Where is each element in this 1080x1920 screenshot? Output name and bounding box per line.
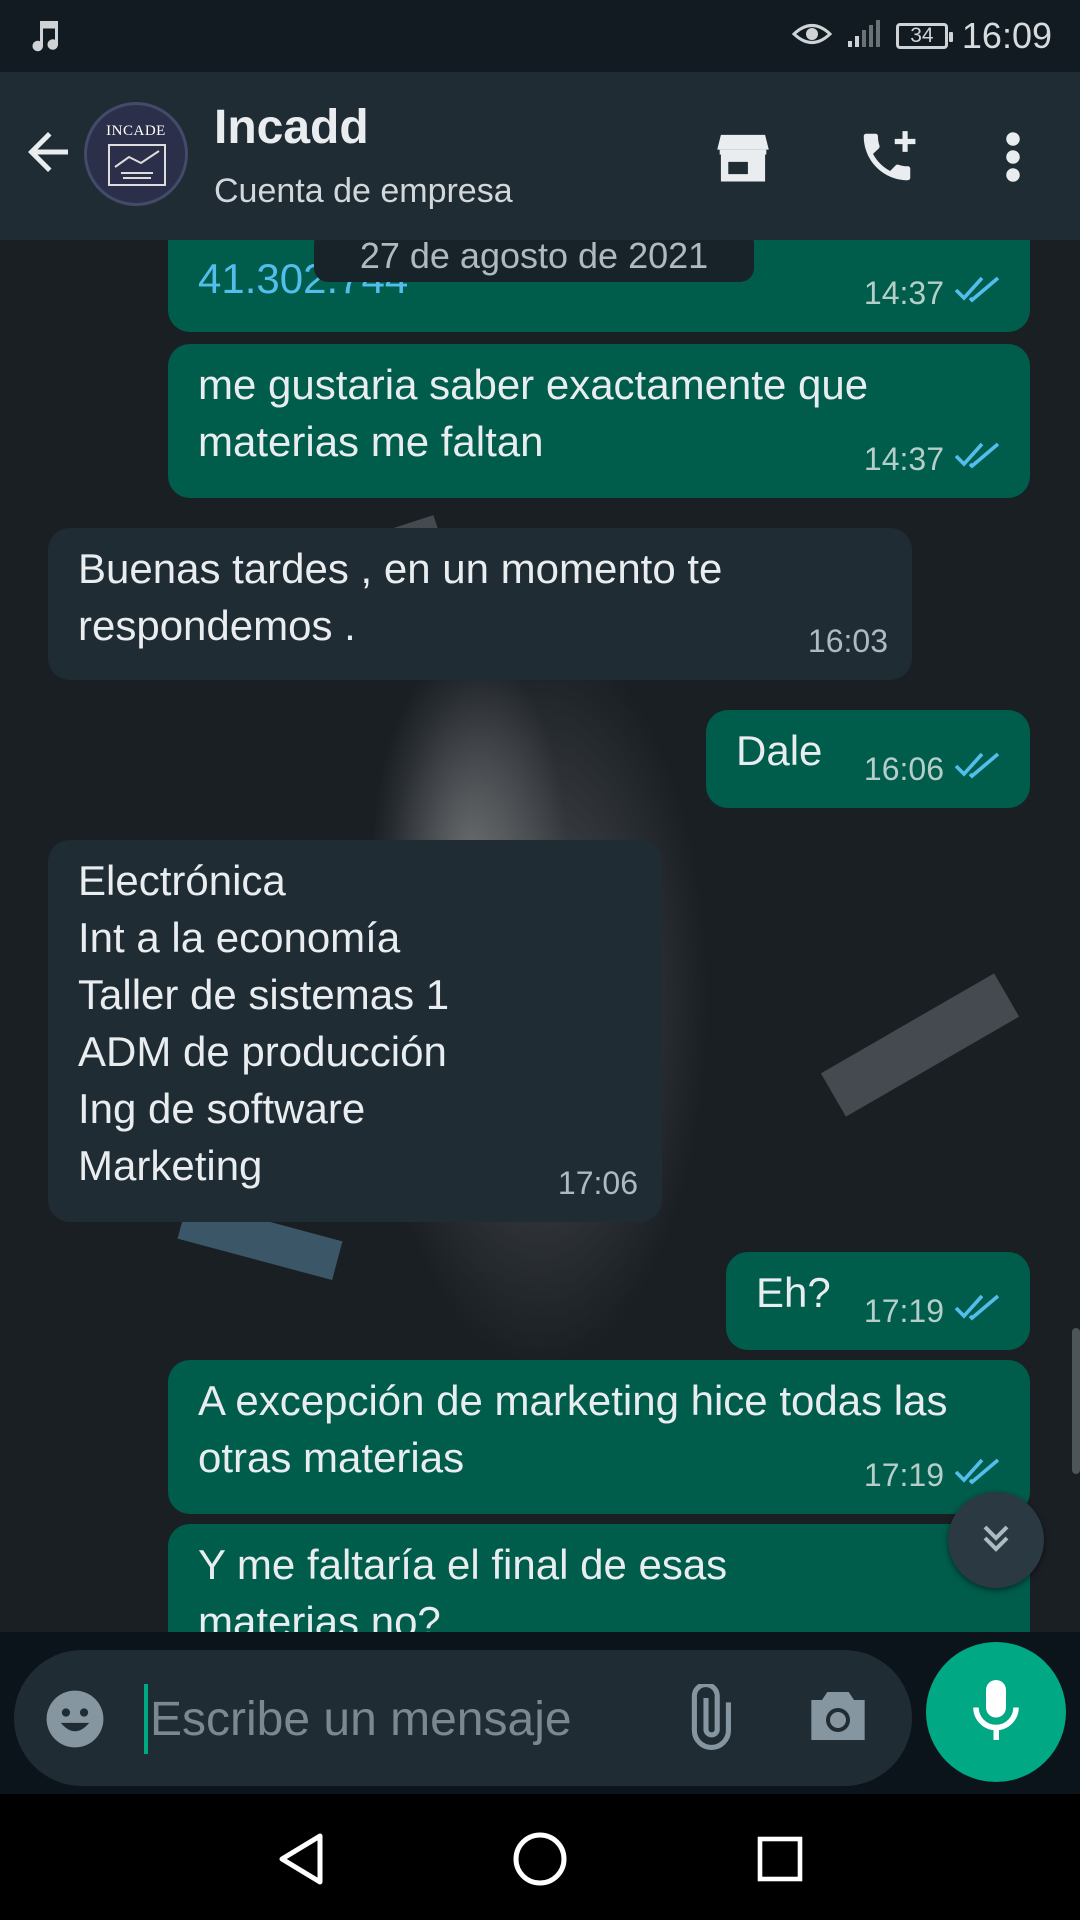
battery-icon: 34 bbox=[895, 23, 953, 49]
emoji-icon[interactable] bbox=[44, 1688, 106, 1755]
message-meta: 16:06 bbox=[864, 741, 1006, 798]
nav-back-icon[interactable] bbox=[266, 1824, 336, 1894]
message-time: 17:19 bbox=[863, 1457, 944, 1493]
nav-home-icon[interactable] bbox=[505, 1824, 575, 1894]
message-input[interactable] bbox=[148, 1680, 672, 1758]
mic-icon bbox=[971, 1677, 1021, 1748]
message-bubble-outgoing[interactable]: Y me faltaría el final de esas materias … bbox=[168, 1524, 1030, 1632]
system-nav-bar bbox=[0, 1794, 1080, 1920]
message-bubble-outgoing[interactable]: A excepción de marketing hice todas las … bbox=[168, 1360, 1030, 1514]
message-bubble-outgoing[interactable]: Dale 16:06 bbox=[706, 710, 1030, 808]
message-time: 16:06 bbox=[863, 751, 944, 787]
message-meta: 17:19 bbox=[864, 1283, 1006, 1340]
double-check-icon bbox=[954, 265, 1006, 322]
attach-icon[interactable] bbox=[674, 1682, 742, 1757]
scroll-down-icon bbox=[974, 1516, 1018, 1565]
chat-area[interactable]: 41.302.744 14:37 27 de agosto de 2021 me… bbox=[0, 240, 1080, 1632]
message-meta: 14:37 bbox=[864, 431, 1006, 488]
mic-button[interactable] bbox=[926, 1642, 1066, 1782]
chat-header: INCADE Incadd Cuenta de empresa bbox=[0, 72, 1080, 240]
music-note-icon bbox=[28, 16, 64, 61]
message-bubble-incoming[interactable]: Buenas tardes , en un momento te respond… bbox=[48, 528, 912, 680]
message-meta: 16:03 bbox=[808, 613, 888, 670]
nav-recents-icon[interactable] bbox=[745, 1824, 815, 1894]
message-time: 16:03 bbox=[807, 623, 888, 659]
message-time: 14:37 bbox=[863, 441, 944, 477]
double-check-icon bbox=[954, 741, 1006, 798]
contact-subtitle: Cuenta de empresa bbox=[214, 172, 513, 210]
more-vert-icon[interactable] bbox=[978, 122, 1048, 192]
wallpaper-shard bbox=[820, 973, 1020, 1117]
status-bar: 34 16:09 bbox=[0, 0, 1080, 72]
message-bubble-outgoing[interactable]: me gustaria saber exactamente que materi… bbox=[168, 344, 1030, 498]
eye-icon bbox=[791, 19, 833, 54]
message-time: 17:06 bbox=[557, 1165, 638, 1201]
call-add-icon[interactable] bbox=[852, 122, 922, 192]
message-time: 14:37 bbox=[863, 275, 944, 311]
message-text[interactable]: Y me faltaría el final de esas materias … bbox=[198, 1536, 878, 1632]
contact-name[interactable]: Incadd bbox=[214, 100, 369, 155]
double-check-icon bbox=[954, 431, 1006, 488]
date-chip: 27 de agosto de 2021 bbox=[314, 240, 754, 282]
message-bubble-outgoing[interactable]: Eh? 17:19 bbox=[726, 1252, 1030, 1350]
double-check-icon bbox=[954, 1283, 1006, 1340]
camera-icon[interactable] bbox=[806, 1686, 870, 1751]
message-time: 17:19 bbox=[863, 1293, 944, 1329]
message-composer[interactable] bbox=[14, 1650, 912, 1786]
message-meta: 14:37 bbox=[864, 265, 1006, 322]
scroll-down-button[interactable] bbox=[948, 1492, 1044, 1588]
message-text[interactable]: Electrónica Int a la economía Taller de … bbox=[78, 852, 632, 1194]
input-bar bbox=[0, 1632, 1080, 1794]
avatar[interactable]: INCADE bbox=[84, 102, 188, 206]
signal-icon bbox=[846, 19, 882, 54]
store-icon[interactable] bbox=[708, 122, 778, 192]
scrollbar[interactable] bbox=[1072, 1328, 1080, 1474]
message-text[interactable]: Buenas tardes , en un momento te respond… bbox=[78, 540, 848, 654]
status-time: 16:09 bbox=[961, 15, 1052, 56]
back-arrow-icon[interactable] bbox=[18, 122, 78, 182]
message-meta: 17:06 bbox=[558, 1155, 638, 1212]
message-text[interactable]: me gustaria saber exactamente que materi… bbox=[198, 356, 978, 470]
message-bubble-incoming[interactable]: Electrónica Int a la economía Taller de … bbox=[48, 840, 662, 1222]
